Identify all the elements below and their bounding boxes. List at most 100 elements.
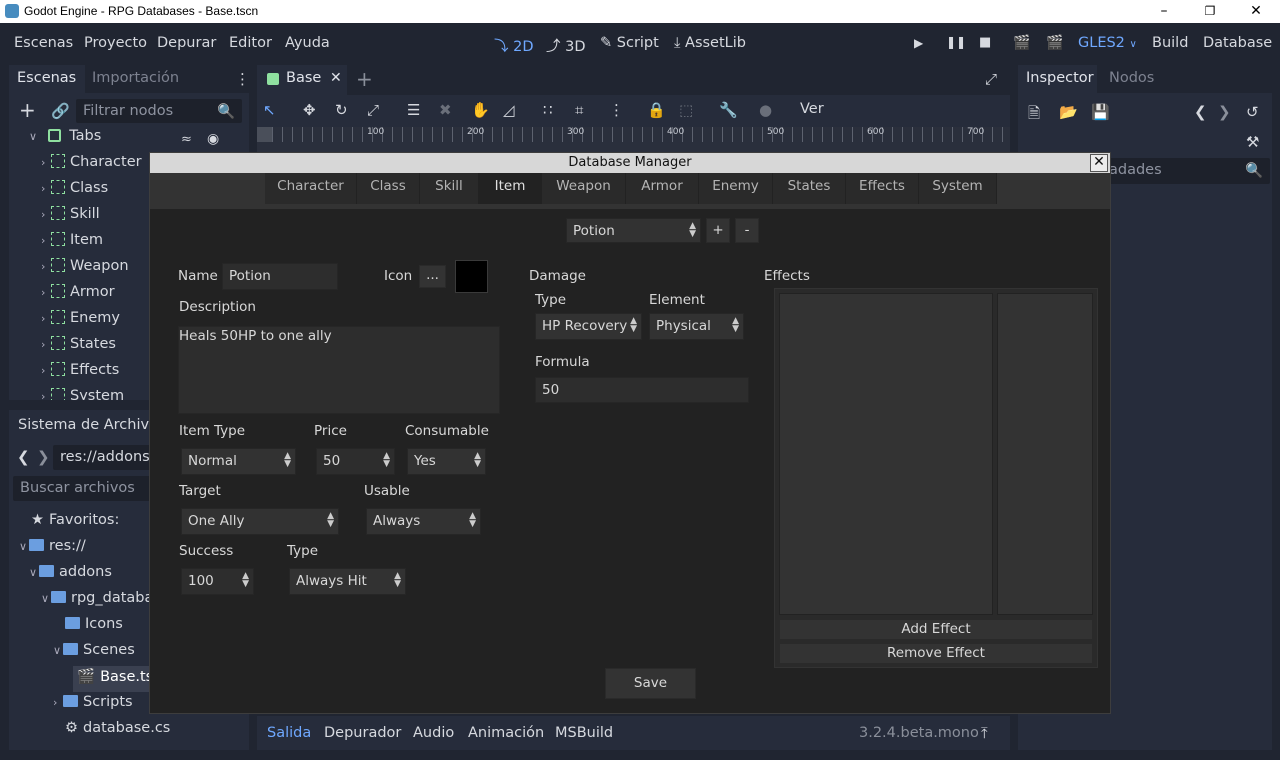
filter-properties-input[interactable]: adades 🔍 [1102,158,1270,184]
move-tool-icon[interactable]: ✥ [303,101,316,119]
tree-node[interactable]: › Armor [41,284,115,310]
mode-3d-button[interactable]: ⤴ 3D [546,35,586,56]
close-icon[interactable]: ✕ [1233,0,1279,23]
forward-icon[interactable]: ❯ [37,448,50,466]
close-tab-icon[interactable]: ✕ [330,70,342,86]
tab-system[interactable]: System [919,173,997,204]
tab-effects[interactable]: Effects [846,173,919,204]
hit-type-select[interactable]: Always Hit ▲ ▼ [289,568,406,595]
tree-node[interactable]: › Weapon [41,258,129,284]
database-button[interactable]: Database [1203,35,1272,51]
item-selector[interactable]: Potion ▲ ▼ [566,218,701,243]
bone-icon[interactable]: 🔧 [719,101,738,119]
name-field[interactable]: Potion [222,263,338,290]
pan-tool-icon[interactable]: ✋ [471,101,490,119]
history-forward-icon[interactable]: ❯ [1218,103,1231,121]
ruler-tool-icon[interactable]: ◿ [503,101,515,119]
file-row-selected[interactable]: 🎬 Base.tsc [73,666,161,692]
tree-node[interactable]: › Class [41,180,108,206]
list-select-icon[interactable]: ☰ [407,101,420,119]
filter-nodes-input[interactable]: Filtrar nodos 🔍 [76,99,242,123]
add-node-icon[interactable]: + [19,100,36,120]
open-folder-icon[interactable]: 📂 [1059,103,1078,121]
tab-animacion[interactable]: Animación [468,725,544,741]
target-select[interactable]: One Ally ▲ ▼ [181,508,339,535]
minimize-icon[interactable]: – [1141,0,1187,23]
camera-icon[interactable]: ● [759,101,772,119]
new-resource-icon[interactable]: 🗎 [1028,103,1040,128]
scale-tool-icon[interactable]: ⤢ [367,101,379,119]
tab-salida[interactable]: Salida [267,725,311,741]
expand-panel-icon[interactable]: ⤒ [981,724,988,742]
icon-preview[interactable] [455,260,488,293]
add-button[interactable]: + [706,218,730,243]
mode-2d-button[interactable]: ⤵ 2D [494,35,534,56]
tab-character[interactable]: Character [265,173,357,204]
menu-dots-icon[interactable]: ⋮ [235,70,250,88]
price-spinbox[interactable]: 50 ▲ ▼ [316,448,395,475]
play-icon[interactable]: ▶ [914,36,923,50]
tree-root-tabs[interactable]: ∨ Tabs [29,128,101,154]
tree-node[interactable]: › Item [41,232,103,258]
add-effect-button[interactable]: Add Effect [779,619,1093,640]
tab-skill[interactable]: Skill [420,173,479,204]
pivot-icon[interactable]: ✖ [439,101,452,119]
folder-row[interactable]: ∨ res:// [19,538,86,564]
usable-select[interactable]: Always ▲ ▼ [366,508,481,535]
tree-node[interactable]: › Effects [41,362,119,388]
save-icon[interactable]: 💾 [1091,103,1110,121]
play-custom-scene-icon[interactable]: 🎬 [1046,35,1063,51]
menu-ayuda[interactable]: Ayuda [285,35,330,51]
tree-node[interactable]: › System [41,388,124,400]
view-menu[interactable]: Ver [800,101,824,117]
description-textarea[interactable]: Heals 50HP to one ally [178,326,500,414]
tab-armor[interactable]: Armor [626,173,699,204]
mode-assetlib-button[interactable]: ⤓ AssetLib [674,35,746,51]
tab-depurador[interactable]: Depurador [324,725,401,741]
tab-base[interactable]: Base ✕ [257,65,347,95]
remove-effect-button[interactable]: Remove Effect [779,643,1093,664]
save-button[interactable]: Save [605,668,696,699]
link-icon[interactable]: 🔗 [51,102,70,120]
tab-class[interactable]: Class [357,173,420,204]
history-icon[interactable]: ↺ [1246,103,1259,121]
tab-nodos[interactable]: Nodos [1109,70,1154,86]
folder-row[interactable]: ∨ addons [29,564,112,590]
consumable-select[interactable]: Yes ▲ ▼ [407,448,486,475]
grid-icon[interactable]: ⌗ [575,101,583,119]
tab-weapon[interactable]: Weapon [542,173,626,204]
menu-editor[interactable]: Editor [229,35,272,51]
history-back-icon[interactable]: ❮ [1194,103,1207,121]
menu-escenas[interactable]: Escenas [14,35,73,51]
rotate-tool-icon[interactable]: ↻ [335,101,348,119]
back-icon[interactable]: ❮ [17,448,30,466]
favorites-row[interactable]: ★ Favoritos: [31,512,119,538]
effects-values-list[interactable] [997,293,1093,615]
folder-row[interactable]: Icons [65,616,123,642]
close-icon[interactable]: ✕ [1090,154,1108,172]
select-tool-icon[interactable]: ↖ [263,101,276,119]
tools-icon[interactable]: ⚒ [1246,133,1259,151]
icon-browse-button[interactable]: ... [419,265,446,288]
tab-audio[interactable]: Audio [413,725,454,741]
snap-icon[interactable]: ∷ [543,101,553,119]
restore-icon[interactable]: ❐ [1187,0,1233,23]
tree-node[interactable]: › Enemy [41,310,120,336]
file-row[interactable]: ⚙ database.cs [65,720,170,746]
stop-icon[interactable]: ■ [979,35,991,50]
tab-msbuild[interactable]: MSBuild [555,725,613,741]
distraction-free-icon[interactable]: ⤢ [985,70,997,88]
item-type-select[interactable]: Normal ▲ ▼ [181,448,296,475]
mode-script-button[interactable]: ✎ Script [600,35,659,51]
remove-button[interactable]: - [735,218,759,243]
folder-row[interactable]: › Scripts [53,694,133,720]
tab-inspector[interactable]: Inspector [1026,70,1094,86]
element-select[interactable]: Physical ▲ ▼ [649,313,744,340]
pause-icon[interactable]: ❚❚ [946,35,966,49]
tab-item[interactable]: Item [479,173,542,204]
tab-escenas[interactable]: Escenas [17,70,76,86]
tab-states[interactable]: States [773,173,846,204]
folder-row[interactable]: ∨ rpg_databa [41,590,153,616]
visibility-eye-icon[interactable]: ◉ [207,131,219,147]
signal-icon[interactable]: ≈ [181,132,192,147]
